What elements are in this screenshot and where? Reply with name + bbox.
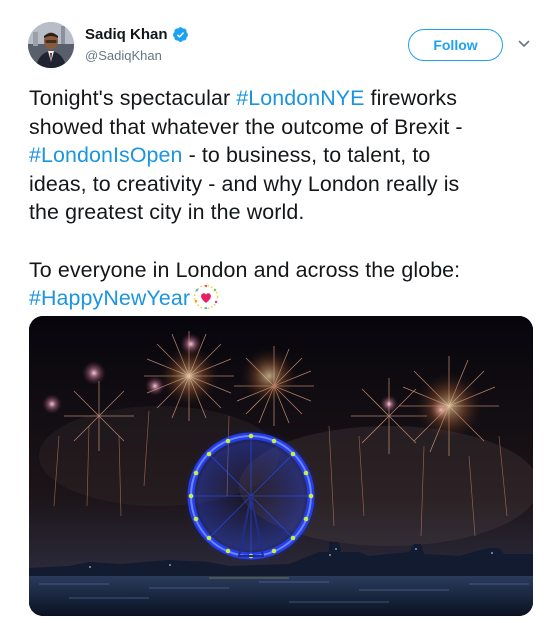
hashtag-link[interactable]: #HappyNewYear xyxy=(29,286,190,310)
tweet-line: showed that whatever the outcome of Brex… xyxy=(29,114,463,139)
text-segment: fireworks xyxy=(364,86,458,110)
text-segment: Tonight's spectacular xyxy=(29,86,237,110)
fireworks-london-eye-image xyxy=(29,316,533,616)
name-row: Sadiq Khan xyxy=(85,26,189,43)
tweet-media-photo[interactable] xyxy=(29,316,533,616)
tweet-line: the greatest city in the world. xyxy=(29,200,305,225)
avatar-photo-icon xyxy=(28,22,74,68)
tweet-text: Tonight's spectacular #LondonNYE firewor… xyxy=(29,84,539,313)
tweet-line: #LondonIsOpen - to business, to talent, … xyxy=(29,141,539,170)
text-segment: - to business, to talent, to xyxy=(182,143,431,168)
line-break xyxy=(29,227,539,256)
hashtag-link[interactable]: #LondonNYE xyxy=(236,86,364,110)
tweet-line: #HappyNewYear xyxy=(29,284,539,313)
tweet-line: ideas, to creativity - and why London re… xyxy=(29,171,460,196)
sparkling-heart-emoji-icon xyxy=(193,284,219,310)
tweet-line: Tonight's spectacular #LondonNYE firewor… xyxy=(29,84,539,113)
hashtag-link[interactable]: #LondonIsOpen xyxy=(29,143,183,167)
chevron-down-icon[interactable] xyxy=(518,39,530,49)
tweet-line: To everyone in London and across the glo… xyxy=(29,257,461,282)
follow-button[interactable]: Follow xyxy=(408,29,503,61)
display-name[interactable]: Sadiq Khan xyxy=(85,26,168,43)
avatar[interactable] xyxy=(28,22,74,68)
tweet-card: Sadiq Khan @SadiqKhan Follow Tonight's s… xyxy=(0,0,557,623)
verified-badge-icon xyxy=(172,27,188,42)
user-handle[interactable]: @SadiqKhan xyxy=(85,48,162,63)
